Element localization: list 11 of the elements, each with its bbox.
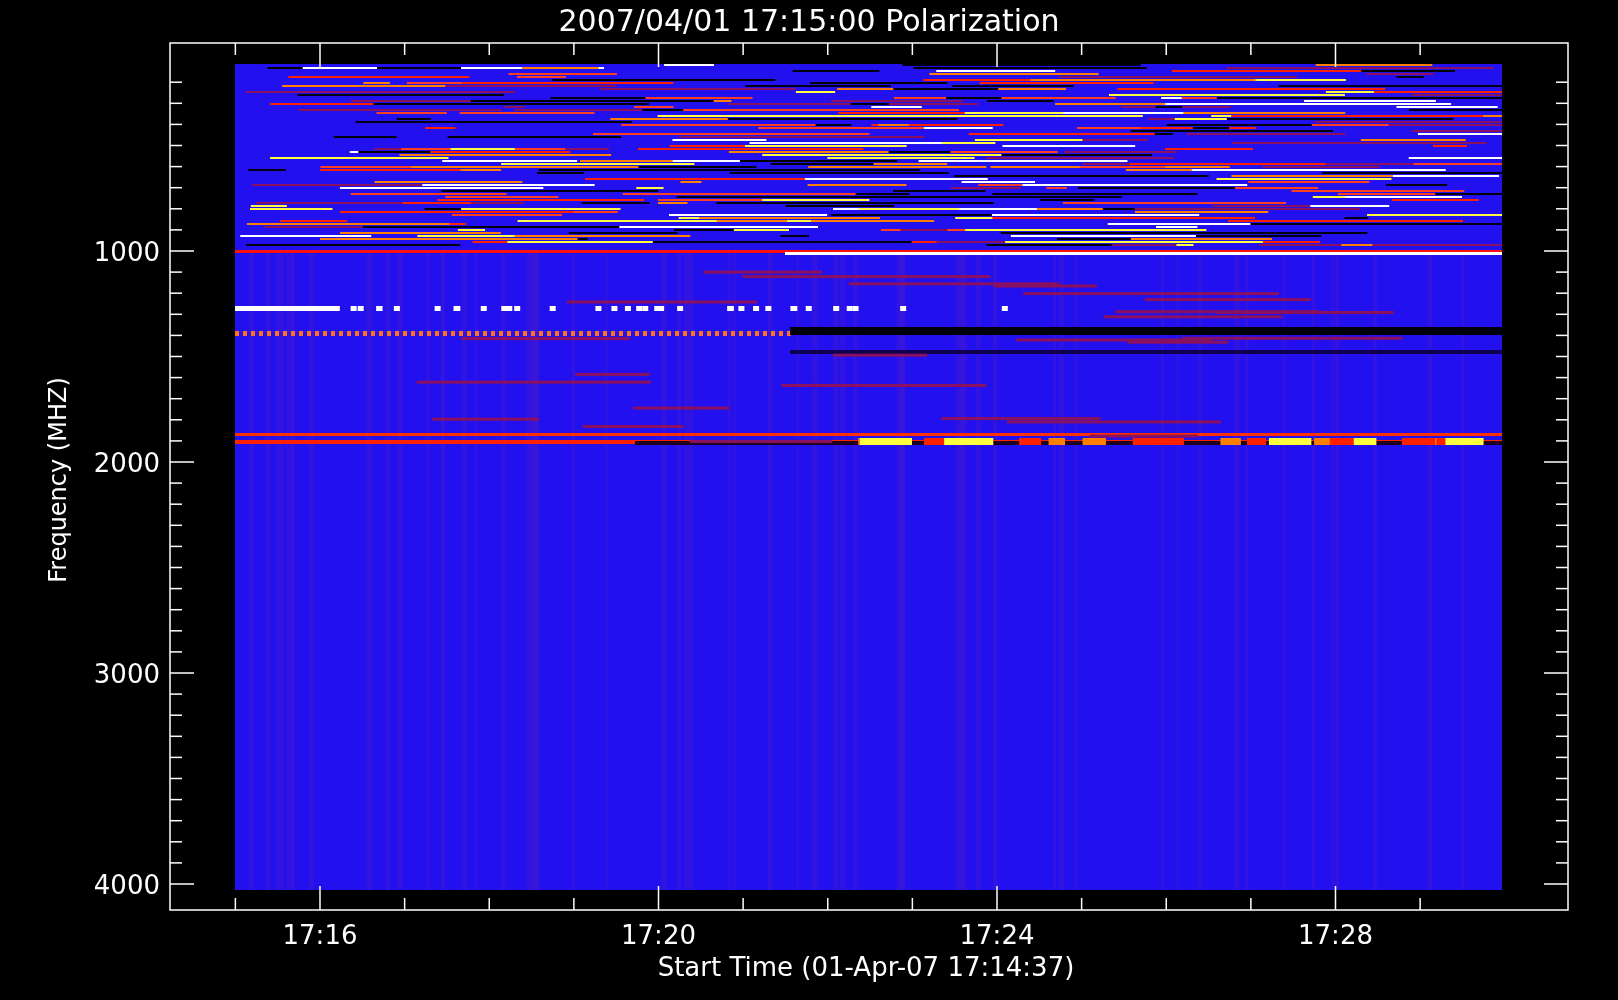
y-tick-label: 3000	[93, 659, 160, 689]
x-axis-label: Start Time (01-Apr-07 17:14:37)	[657, 952, 1075, 982]
x-tick-label: 17:16	[282, 920, 358, 950]
y-tick-label: 1000	[93, 237, 160, 267]
chart-title: 2007/04/01 17:15:00 Polarization	[558, 3, 1060, 38]
y-tick-label: 4000	[93, 870, 160, 900]
x-tick-label: 17:20	[621, 920, 696, 950]
x-tick-label: 17:24	[959, 920, 1035, 950]
y-axis-label: Frequency (MHZ)	[44, 377, 72, 583]
y-tick-label: 2000	[93, 448, 160, 478]
x-tick-label: 17:28	[1298, 920, 1373, 950]
